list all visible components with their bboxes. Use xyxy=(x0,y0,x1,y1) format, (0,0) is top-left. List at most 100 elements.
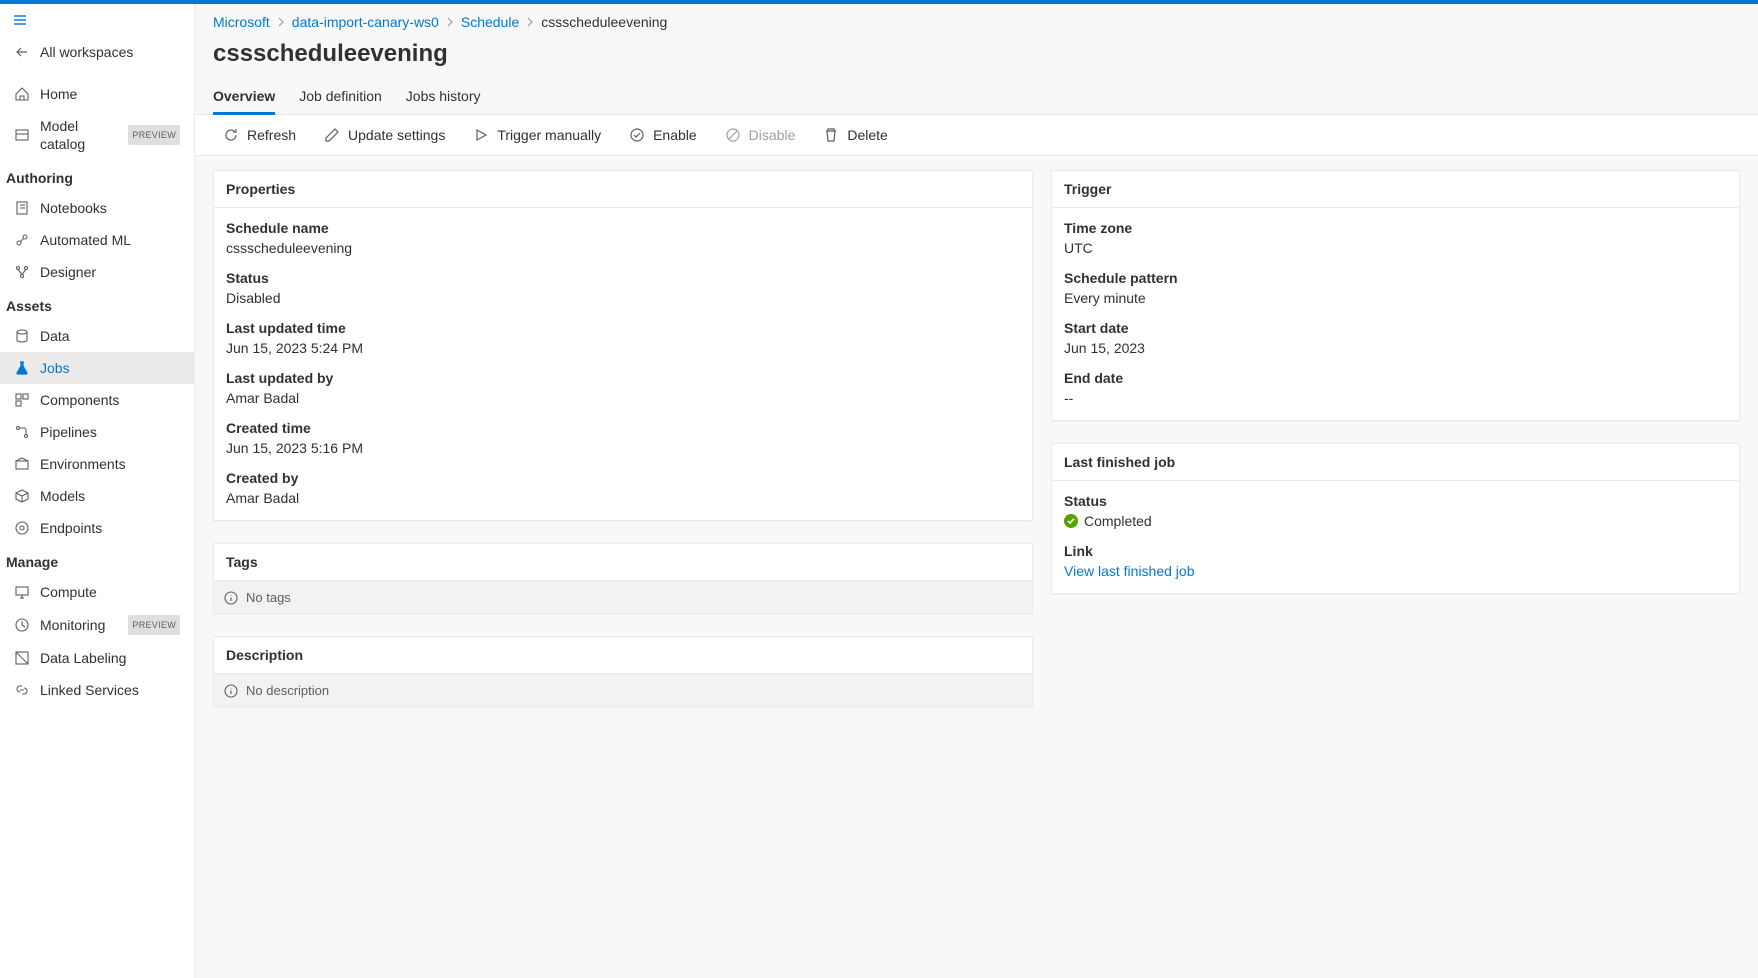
sidebar-item-monitoring[interactable]: Monitoring Preview xyxy=(0,608,194,642)
info-icon xyxy=(224,684,238,698)
data-icon xyxy=(14,328,30,344)
sidebar-item-data[interactable]: Data xyxy=(0,320,194,352)
linked-icon xyxy=(14,682,30,698)
sidebar-item-pipelines[interactable]: Pipelines xyxy=(0,416,194,448)
menu-icon xyxy=(12,12,28,28)
description-card: Description No description xyxy=(213,636,1033,707)
field-label: Created by xyxy=(226,468,1020,488)
catalog-icon xyxy=(14,127,30,143)
field-label: Status xyxy=(226,268,1020,288)
breadcrumb-current: cssscheduleevening xyxy=(541,14,667,30)
sidebar-item-notebooks[interactable]: Notebooks xyxy=(0,192,194,224)
sidebar-item-label: Data xyxy=(40,327,180,345)
sidebar-item-label: Home xyxy=(40,85,180,103)
tags-empty: No tags xyxy=(214,581,1032,613)
sidebar-item-label: Designer xyxy=(40,263,180,281)
view-last-finished-job-link[interactable]: View last finished job xyxy=(1064,563,1194,579)
sidebar-item-models[interactable]: Models xyxy=(0,480,194,512)
labeling-icon xyxy=(14,650,30,666)
designer-icon xyxy=(14,264,30,280)
properties-card: Properties Schedule namecssscheduleeveni… xyxy=(213,170,1033,521)
sidebar-item-linked-services[interactable]: Linked Services xyxy=(0,674,194,706)
command-bar: Refresh Update settings Trigger manually… xyxy=(195,115,1758,156)
sidebar-item-environments[interactable]: Environments xyxy=(0,448,194,480)
sidebar-item-home[interactable]: Home xyxy=(0,78,194,110)
endpoints-icon xyxy=(14,520,30,536)
automl-icon xyxy=(14,232,30,248)
button-label: Update settings xyxy=(348,127,445,143)
breadcrumb-link[interactable]: Microsoft xyxy=(213,14,270,30)
hamburger-button[interactable] xyxy=(0,4,194,36)
sidebar-item-label: Automated ML xyxy=(40,231,180,249)
chevron-right-icon xyxy=(276,17,286,27)
page-title: cssscheduleevening xyxy=(195,34,1758,78)
field-value: Jun 15, 2023 5:16 PM xyxy=(226,438,1020,458)
chevron-right-icon xyxy=(525,17,535,27)
field-label: Link xyxy=(1064,541,1727,561)
tags-card: Tags No tags xyxy=(213,543,1033,614)
sidebar-item-label: All workspaces xyxy=(40,43,180,61)
sidebar-item-label: Environments xyxy=(40,455,180,473)
disable-button: Disable xyxy=(715,121,806,149)
environments-icon xyxy=(14,456,30,472)
field-label: Created time xyxy=(226,418,1020,438)
sidebar-item-label: Linked Services xyxy=(40,681,180,699)
sidebar-item-components[interactable]: Components xyxy=(0,384,194,416)
sidebar-item-label: Monitoring xyxy=(40,616,118,634)
refresh-icon xyxy=(223,127,239,143)
pipeline-icon xyxy=(14,424,30,440)
tab-jobs-history[interactable]: Jobs history xyxy=(406,78,481,114)
sidebar-item-endpoints[interactable]: Endpoints xyxy=(0,512,194,544)
monitoring-icon xyxy=(14,617,30,633)
sidebar-section-manage: Manage xyxy=(0,544,194,576)
breadcrumb: Microsoft data-import-canary-ws0 Schedul… xyxy=(195,4,1758,34)
field-value: Jun 15, 2023 5:24 PM xyxy=(226,338,1020,358)
check-circle-icon xyxy=(1064,514,1078,528)
sidebar-item-jobs[interactable]: Jobs xyxy=(0,352,194,384)
breadcrumb-link[interactable]: data-import-canary-ws0 xyxy=(292,14,439,30)
status-value: Completed xyxy=(1064,511,1727,531)
tab-job-definition[interactable]: Job definition xyxy=(299,78,382,114)
trigger-manually-button[interactable]: Trigger manually xyxy=(463,121,611,149)
models-icon xyxy=(14,488,30,504)
breadcrumb-link[interactable]: Schedule xyxy=(461,14,519,30)
enable-button[interactable]: Enable xyxy=(619,121,707,149)
sidebar-item-label: Jobs xyxy=(40,359,180,377)
field-label: Status xyxy=(1064,491,1727,511)
prohibit-icon xyxy=(725,127,741,143)
button-label: Refresh xyxy=(247,127,296,143)
sidebar-item-label: Models xyxy=(40,487,180,505)
sidebar-item-label: Model catalog xyxy=(40,117,118,153)
sidebar-item-data-labeling[interactable]: Data Labeling xyxy=(0,642,194,674)
empty-text: No tags xyxy=(246,590,291,605)
field-label: End date xyxy=(1064,368,1727,388)
button-label: Trigger manually xyxy=(497,127,601,143)
compute-icon xyxy=(14,584,30,600)
main-content: Microsoft data-import-canary-ws0 Schedul… xyxy=(195,4,1758,978)
sidebar-section-assets: Assets xyxy=(0,288,194,320)
all-workspaces-link[interactable]: All workspaces xyxy=(0,36,194,68)
refresh-button[interactable]: Refresh xyxy=(213,121,306,149)
button-label: Delete xyxy=(847,127,887,143)
edit-icon xyxy=(324,127,340,143)
button-label: Disable xyxy=(749,127,796,143)
content-area: Properties Schedule namecssscheduleeveni… xyxy=(195,156,1758,978)
field-label: Start date xyxy=(1064,318,1727,338)
sidebar-item-designer[interactable]: Designer xyxy=(0,256,194,288)
status-text: Completed xyxy=(1084,511,1152,531)
field-value: -- xyxy=(1064,388,1727,408)
sidebar-item-compute[interactable]: Compute xyxy=(0,576,194,608)
tab-bar: Overview Job definition Jobs history xyxy=(195,78,1758,115)
preview-badge: Preview xyxy=(128,125,180,145)
notebook-icon xyxy=(14,200,30,216)
check-circle-icon xyxy=(629,127,645,143)
sidebar-item-automated-ml[interactable]: Automated ML xyxy=(0,224,194,256)
sidebar-item-label: Notebooks xyxy=(40,199,180,217)
field-value: Amar Badal xyxy=(226,388,1020,408)
field-value: cssscheduleevening xyxy=(226,238,1020,258)
delete-button[interactable]: Delete xyxy=(813,121,897,149)
sidebar-item-model-catalog[interactable]: Model catalog Preview xyxy=(0,110,194,160)
field-value: Disabled xyxy=(226,288,1020,308)
tab-overview[interactable]: Overview xyxy=(213,78,275,114)
update-settings-button[interactable]: Update settings xyxy=(314,121,455,149)
